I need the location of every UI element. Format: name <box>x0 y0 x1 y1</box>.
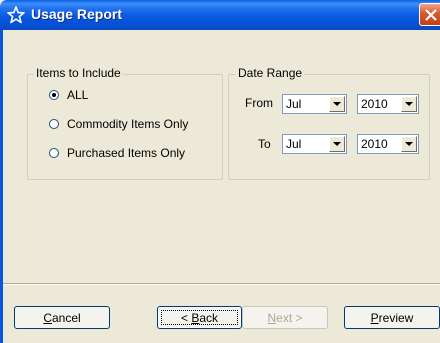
to-label: To <box>258 137 271 151</box>
chevron-down-icon[interactable] <box>329 96 345 112</box>
window-title: Usage Report <box>31 6 123 22</box>
radio-all[interactable]: ALL <box>49 87 88 103</box>
close-button[interactable] <box>419 3 440 26</box>
divider <box>3 283 440 285</box>
date-range-label: Date Range <box>236 66 305 80</box>
radio-commodity-button[interactable] <box>49 119 59 129</box>
title-bar[interactable]: Usage Report <box>0 0 440 30</box>
from-month-select[interactable]: Jul <box>282 94 347 114</box>
radio-all-button[interactable] <box>49 90 59 100</box>
chevron-down-icon[interactable] <box>401 136 417 152</box>
radio-purchased-items[interactable]: Purchased Items Only <box>49 145 185 161</box>
back-button[interactable]: < Back <box>157 306 242 329</box>
next-button-label: Next > <box>267 310 303 325</box>
preview-button-label: Preview <box>370 310 414 325</box>
to-year-select[interactable]: 2010 <box>357 134 419 154</box>
preview-button[interactable]: Preview <box>344 306 440 329</box>
from-year-value: 2010 <box>361 97 388 111</box>
cancel-button-label: Cancel <box>43 310 81 325</box>
items-group-label: Items to Include <box>34 66 123 80</box>
to-month-value: Jul <box>286 137 302 151</box>
to-month-select[interactable]: Jul <box>282 134 347 154</box>
chevron-down-icon[interactable] <box>401 96 417 112</box>
radio-all-label: ALL <box>67 88 89 102</box>
from-year-select[interactable]: 2010 <box>357 94 419 114</box>
radio-purchased-button[interactable] <box>49 148 59 158</box>
close-icon <box>425 9 437 21</box>
radio-commodity-label: Commodity Items Only <box>67 117 189 131</box>
from-month-value: Jul <box>286 97 302 111</box>
from-label: From <box>245 96 273 110</box>
to-year-value: 2010 <box>361 137 388 151</box>
usage-report-window: Usage Report Items to Include ALL Commod… <box>0 0 440 343</box>
next-button[interactable]: Next > <box>242 306 328 329</box>
chevron-down-icon[interactable] <box>329 136 345 152</box>
radio-purchased-label: Purchased Items Only <box>67 146 186 160</box>
cancel-button[interactable]: Cancel <box>14 306 110 329</box>
star-outline-icon <box>7 6 25 24</box>
radio-commodity-items[interactable]: Commodity Items Only <box>49 116 188 132</box>
focus-rect <box>161 310 238 325</box>
date-range-group <box>228 74 430 180</box>
